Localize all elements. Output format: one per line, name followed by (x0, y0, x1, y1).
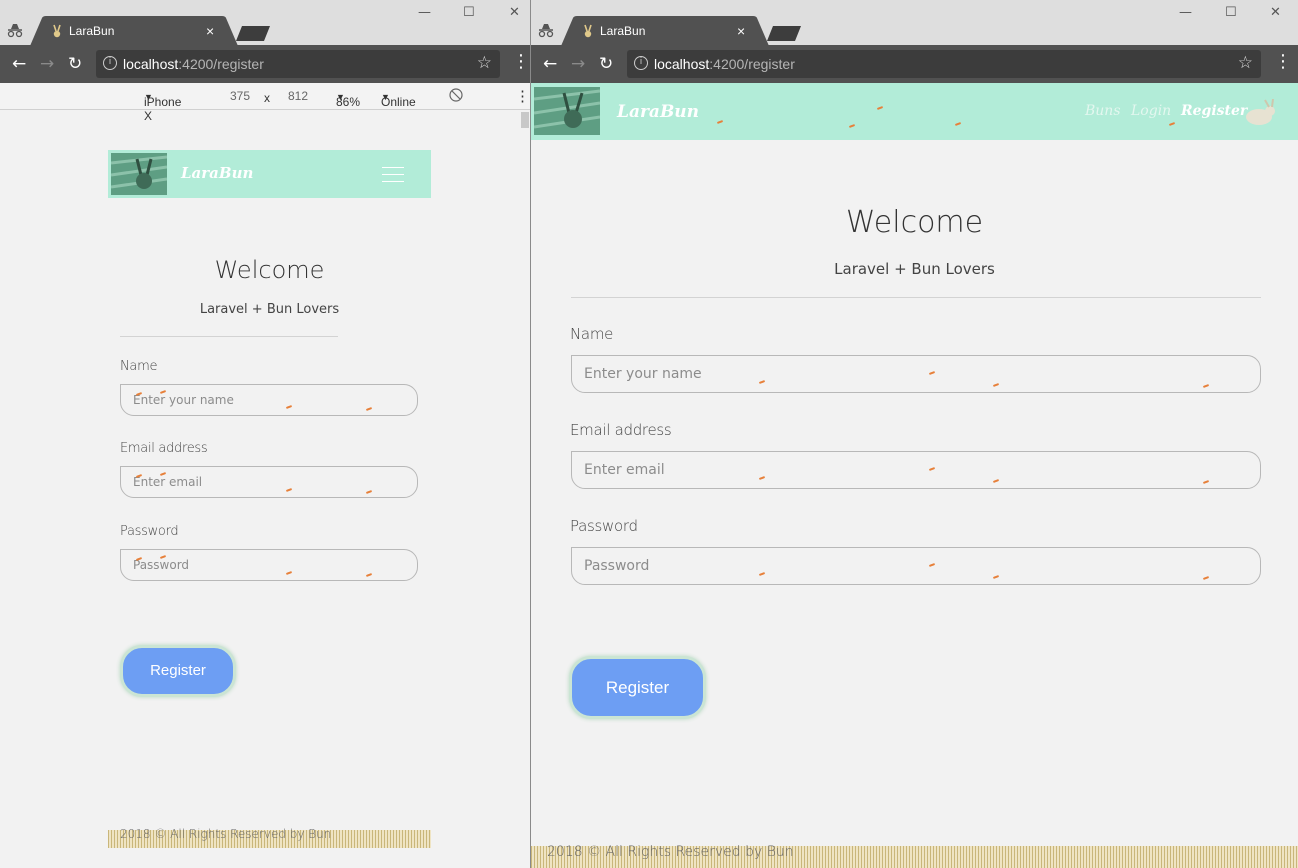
minimize-icon[interactable]: — (1179, 5, 1192, 20)
device-toolbar: iPhone X ▼ 375 x 812 86% ▼ Online ▼ ⋮ (0, 83, 530, 123)
name-input[interactable] (120, 384, 418, 416)
incognito-icon (538, 24, 554, 38)
name-label: Name (120, 359, 158, 374)
divider (571, 297, 1261, 298)
browser-window-mobile: LaraBun × — ☐ ✕ ← → ↻ i localhost:4200/r… (0, 0, 530, 868)
zoom-select[interactable]: 86% ▼ (336, 89, 360, 109)
site-info-icon[interactable]: i (103, 56, 117, 70)
hamburger-menu-icon[interactable] (382, 167, 404, 188)
close-window-icon[interactable]: ✕ (1270, 5, 1281, 20)
forward-icon[interactable]: → (40, 54, 54, 74)
incognito-icon (7, 24, 23, 38)
bunny-logo-icon[interactable] (534, 87, 600, 135)
new-tab-button[interactable] (767, 26, 801, 41)
bunny-favicon-icon (584, 24, 592, 38)
url-text: localhost:4200/register (123, 56, 264, 72)
navbar: LaraBun Buns Login Register (531, 83, 1298, 140)
footer-text: 2018 © All Rights Reserved by Bun (120, 827, 332, 841)
maximize-icon[interactable]: ☐ (463, 5, 475, 20)
welcome-heading: Welcome (214, 256, 325, 284)
browser-toolbar: ← → ↻ i localhost:4200/register ☆ ⋮ (531, 45, 1298, 83)
navbar: LaraBun (108, 150, 431, 198)
password-input[interactable] (571, 547, 1261, 585)
address-bar[interactable]: i localhost:4200/register ☆ (627, 50, 1261, 78)
tab-close-icon[interactable]: × (206, 23, 214, 39)
name-label: Name (570, 325, 614, 343)
tab-close-icon[interactable]: × (737, 23, 745, 39)
rabbit-icon (1246, 99, 1275, 125)
subtitle: Laravel + Bun Lovers (199, 302, 340, 317)
email-input[interactable] (120, 466, 418, 498)
back-icon[interactable]: ← (543, 54, 557, 74)
address-bar[interactable]: i localhost:4200/register ☆ (96, 50, 500, 78)
name-input[interactable] (571, 355, 1261, 393)
password-label: Password (120, 524, 179, 539)
close-window-icon[interactable]: ✕ (509, 5, 520, 20)
tab-title: LaraBun (69, 24, 115, 38)
footer-text: 2018 © All Rights Reserved by Bun (547, 844, 794, 860)
register-button[interactable]: Register (569, 656, 706, 719)
minimize-icon[interactable]: — (418, 5, 431, 20)
network-select[interactable]: Online ▼ (381, 89, 416, 109)
bunny-logo-icon[interactable] (111, 153, 167, 195)
new-tab-button[interactable] (236, 26, 270, 41)
password-input[interactable] (120, 549, 418, 581)
bookmark-star-icon[interactable]: ☆ (1238, 53, 1253, 73)
scrollbar[interactable] (521, 112, 529, 128)
nav-link-login[interactable]: Login (1131, 103, 1171, 119)
device-height[interactable]: 812 (288, 89, 308, 103)
email-input[interactable] (571, 451, 1261, 489)
email-label: Email address (120, 441, 208, 456)
reload-icon[interactable]: ↻ (599, 54, 613, 74)
email-label: Email address (570, 421, 672, 439)
carrot-decoration (716, 120, 724, 124)
browser-menu-icon[interactable]: ⋮ (512, 53, 530, 71)
reload-icon[interactable]: ↻ (68, 54, 82, 74)
device-select[interactable]: iPhone X ▼ (144, 89, 181, 123)
subtitle: Laravel + Bun Lovers (834, 260, 995, 278)
tab-strip: LaraBun × — ☐ ✕ (0, 0, 530, 46)
brand-name[interactable]: LaraBun (181, 164, 253, 182)
password-label: Password (570, 517, 638, 535)
bunny-favicon-icon (53, 24, 61, 38)
rotate-icon[interactable] (449, 88, 463, 102)
divider (120, 336, 338, 337)
welcome-heading: Welcome (845, 205, 984, 240)
browser-menu-icon[interactable]: ⋮ (1274, 53, 1292, 71)
forward-icon[interactable]: → (571, 54, 585, 74)
devtools-menu-icon[interactable]: ⋮ (515, 87, 530, 105)
device-width[interactable]: 375 (230, 89, 250, 103)
carrot-decoration (1168, 122, 1176, 126)
dimension-times: x (264, 91, 270, 105)
nav-link-register[interactable]: Register (1181, 103, 1247, 119)
carrot-decoration (954, 122, 962, 126)
register-button[interactable]: Register (120, 645, 236, 697)
nav-link-buns[interactable]: Buns (1085, 103, 1121, 119)
browser-toolbar: ← → ↻ i localhost:4200/register ☆ ⋮ (0, 45, 530, 83)
url-text: localhost:4200/register (654, 56, 795, 72)
carrot-decoration (876, 106, 884, 110)
maximize-icon[interactable]: ☐ (1225, 5, 1237, 20)
tab-strip: LaraBun × — ☐ ✕ (531, 0, 1298, 46)
mobile-page: LaraBun Welcome Laravel + Bun Lovers Nam… (108, 150, 431, 850)
back-icon[interactable]: ← (12, 54, 26, 74)
browser-window-desktop: LaraBun × — ☐ ✕ ← → ↻ i localhost:4200/r… (531, 0, 1298, 868)
carrot-decoration (848, 124, 856, 128)
brand-name[interactable]: LaraBun (617, 102, 699, 122)
tab-title: LaraBun (600, 24, 646, 38)
bookmark-star-icon[interactable]: ☆ (477, 53, 492, 73)
site-info-icon[interactable]: i (634, 56, 648, 70)
